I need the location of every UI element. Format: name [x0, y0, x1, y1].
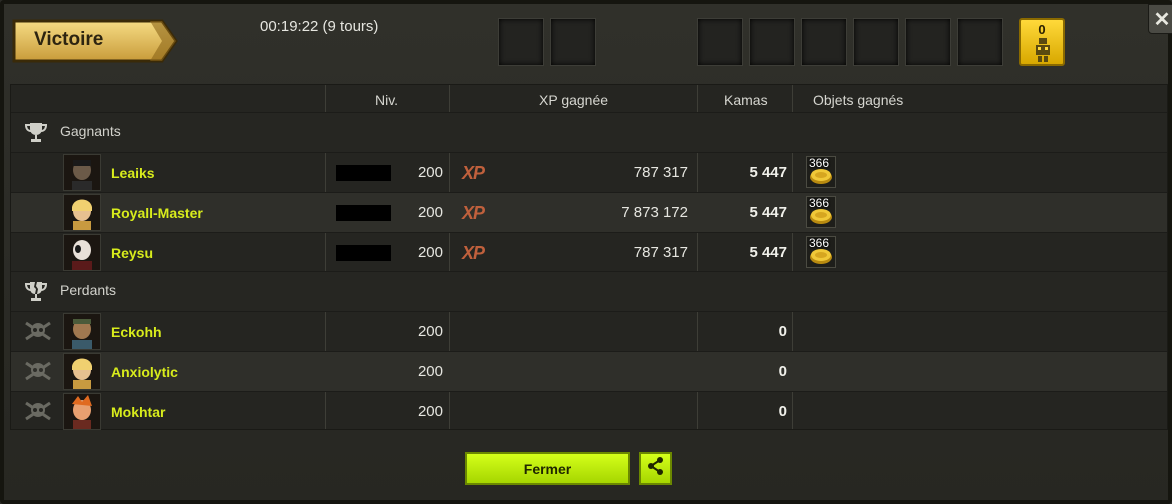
share-button[interactable]: [639, 452, 672, 485]
reward-slot[interactable]: [905, 18, 951, 66]
item-quantity: 366: [809, 196, 830, 210]
player-avatar[interactable]: [63, 313, 101, 350]
table-row[interactable]: Eckohh 200 0: [11, 311, 1167, 351]
xp-gained: 7 873 172: [621, 204, 688, 221]
item-quantity: 366: [809, 156, 830, 170]
trophy-icon: [24, 122, 48, 147]
item-slot[interactable]: 366: [806, 196, 836, 228]
close-button[interactable]: Fermer: [465, 452, 630, 485]
results-table: Niv. XP gagnée Kamas Objets gagnés Gagna…: [10, 84, 1168, 430]
player-level: 200: [417, 204, 443, 221]
player-avatar[interactable]: [63, 194, 101, 231]
table-row[interactable]: Reysu 200 XP 787 317 5 447 366: [11, 232, 1167, 272]
bonus-figure-icon: [1034, 38, 1052, 67]
column-header-items: Objets gagnés: [813, 92, 904, 108]
player-avatar[interactable]: [63, 234, 101, 271]
close-window-button[interactable]: ✕: [1148, 4, 1172, 34]
kamas-gained: 0: [778, 403, 787, 420]
column-header-xp: XP gagnée: [539, 92, 609, 108]
result-title: Victoire: [34, 29, 104, 50]
victory-banner: Victoire: [12, 19, 178, 63]
table-row[interactable]: Leaiks 200 XP 787 317 5 447 366: [11, 152, 1167, 192]
reward-slot[interactable]: [697, 18, 743, 66]
player-level: 200: [417, 363, 443, 380]
fight-duration: 00:19:22 (9 tours): [260, 18, 379, 35]
player-level: 200: [417, 403, 443, 420]
kamas-gained: 5 447: [749, 244, 787, 261]
table-row[interactable]: Mokhtar 200 0: [11, 391, 1167, 431]
kamas-gained: 5 447: [749, 164, 787, 181]
xp-icon: XP: [462, 243, 485, 263]
reward-slot[interactable]: [801, 18, 847, 66]
losers-label: Perdants: [60, 282, 117, 298]
column-header-kamas: Kamas: [724, 92, 768, 108]
table-row[interactable]: Royall-Master 200 XP 7 873 172 5 447 366: [11, 192, 1167, 232]
xp-gained: 787 317: [633, 164, 688, 181]
item-slot[interactable]: 366: [806, 156, 836, 188]
kamas-gained: 5 447: [749, 204, 787, 221]
player-name[interactable]: Eckohh: [111, 324, 162, 340]
player-avatar[interactable]: [63, 154, 101, 191]
close-icon: ✕: [1153, 8, 1171, 31]
broken-trophy-icon: [24, 281, 48, 306]
bonus-gift-button[interactable]: 0: [1019, 18, 1065, 66]
player-avatar[interactable]: [63, 353, 101, 390]
share-icon: [647, 457, 665, 480]
xp-icon: XP: [462, 203, 485, 223]
player-level: 200: [417, 164, 443, 181]
table-row[interactable]: Anxiolytic 200 0: [11, 351, 1167, 391]
reward-slot[interactable]: [853, 18, 899, 66]
skull-icon: [25, 401, 51, 426]
player-name[interactable]: Anxiolytic: [111, 364, 178, 380]
column-header-level: Niv.: [375, 92, 399, 108]
player-level: 200: [417, 323, 443, 340]
player-name[interactable]: Mokhtar: [111, 404, 165, 420]
losers-section-header: Perdants: [11, 271, 1167, 311]
kamas-gained: 0: [778, 363, 787, 380]
reward-slot[interactable]: [749, 18, 795, 66]
skull-icon: [25, 321, 51, 346]
player-name[interactable]: Royall-Master: [111, 205, 203, 221]
reward-slot[interactable]: [550, 18, 596, 66]
xp-icon: XP: [462, 163, 485, 183]
player-name[interactable]: Leaiks: [111, 165, 155, 181]
gift-count: 0: [1038, 22, 1046, 37]
skull-icon: [25, 361, 51, 386]
reward-slot[interactable]: [498, 18, 544, 66]
kamas-gained: 0: [778, 323, 787, 340]
winners-label: Gagnants: [60, 123, 121, 139]
item-quantity: 366: [809, 236, 830, 250]
player-avatar[interactable]: [63, 393, 101, 430]
item-slot[interactable]: 366: [806, 236, 836, 268]
player-name[interactable]: Reysu: [111, 245, 153, 261]
xp-gained: 787 317: [633, 244, 688, 261]
player-level: 200: [417, 244, 443, 261]
reward-slot[interactable]: [957, 18, 1003, 66]
winners-section-header: Gagnants: [11, 112, 1167, 152]
